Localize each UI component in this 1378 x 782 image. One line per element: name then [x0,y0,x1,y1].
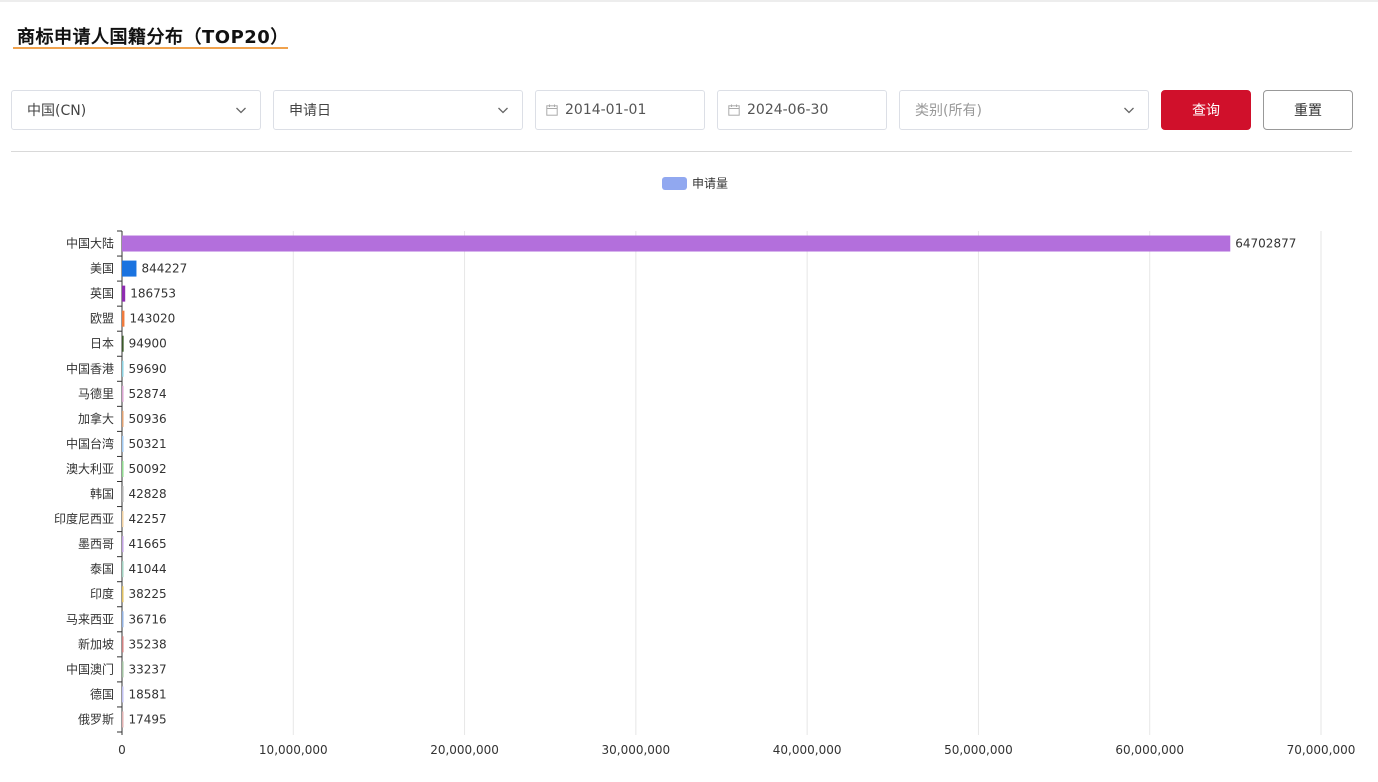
x-tick-label: 20,000,000 [430,743,499,757]
bar [122,661,124,678]
value-label: 41044 [129,562,167,576]
bar [122,310,125,327]
filter-divider [11,151,1352,152]
value-label: 17495 [129,712,167,726]
bar [122,511,124,528]
value-label: 52874 [129,387,167,401]
reset-button[interactable]: 重置 [1263,90,1353,130]
calendar-icon [546,104,558,116]
page-title: 商标申请人国籍分布（TOP20） [17,27,289,48]
end-date-value: 2024-06-30 [747,102,829,118]
x-tick-label: 0 [118,743,126,757]
bar [122,561,124,578]
title-underline [13,47,288,49]
category-label: 美国 [90,262,114,276]
value-label: 64702877 [1235,237,1296,251]
category-select[interactable]: 类别(所有) [899,90,1149,130]
category-label: 墨西哥 [78,537,114,551]
value-label: 41665 [129,537,167,551]
date-type-select[interactable]: 申请日 [273,90,523,130]
chevron-down-icon [498,107,508,114]
x-tick-label: 70,000,000 [1287,743,1356,757]
category-label: 德国 [90,686,114,701]
bar [122,260,137,277]
value-label: 18581 [129,687,167,701]
value-label: 143020 [129,312,175,326]
bar [122,586,124,603]
value-label: 33237 [129,662,167,676]
bar [122,385,124,402]
bar [122,686,124,703]
value-label: 94900 [129,337,167,351]
x-tick-label: 30,000,000 [601,743,670,757]
country-select[interactable]: 中国(CN) [11,90,261,130]
x-tick-label: 40,000,000 [773,743,842,757]
category-label: 俄罗斯 [78,712,114,726]
chevron-down-icon [1124,107,1134,114]
bar-chart: 申请量 0 10,000,000 20,000,000 30,000,000 40,000… [54,177,1356,758]
date-type-value: 申请日 [289,103,331,119]
x-tick-label: 10,000,000 [259,743,328,757]
value-label: 50321 [129,437,167,451]
bar [122,460,124,477]
query-button[interactable]: 查询 [1161,90,1251,130]
end-date-picker[interactable]: 2024-06-30 [717,90,887,130]
category-label: 日本 [90,337,114,351]
value-label: 35238 [129,637,167,651]
value-label: 42828 [129,487,167,501]
category-label: 印度尼西亚 [54,511,114,526]
start-date-picker[interactable]: 2014-01-01 [535,90,705,130]
chevron-down-icon [236,107,246,114]
bar [122,486,124,503]
value-label: 844227 [141,262,187,276]
category-label: 印度 [90,586,114,601]
category-select-placeholder: 类别(所有) [915,103,982,119]
category-label: 泰国 [90,562,114,576]
category-label: 中国大陆 [66,236,114,251]
category-label: 欧盟 [90,312,114,326]
legend-label: 申请量 [692,177,728,191]
value-label: 50092 [129,462,167,476]
bar [122,536,124,553]
x-tick-label: 50,000,000 [944,743,1013,757]
value-label: 36716 [129,612,167,626]
category-label: 加拿大 [78,411,114,426]
value-label: 186753 [130,287,176,301]
bar [122,335,124,352]
bar [122,711,124,728]
bar [122,611,124,628]
bar [122,410,124,427]
bar [122,636,124,653]
bar [122,435,124,452]
value-label: 50936 [129,412,167,426]
value-label: 59690 [129,362,167,376]
country-select-value: 中国(CN) [27,103,87,119]
top-border [0,0,1378,2]
value-label: 38225 [129,587,167,601]
category-label: 马德里 [78,386,114,401]
category-label: 英国 [90,287,114,301]
category-label: 中国澳门 [66,661,114,676]
category-label: 韩国 [90,486,114,501]
calendar-icon [728,104,740,116]
start-date-value: 2014-01-01 [565,102,647,118]
category-label: 中国香港 [66,361,114,376]
legend-swatch [662,177,687,190]
category-label: 中国台湾 [66,436,114,451]
bar [122,235,1231,252]
category-label: 澳大利亚 [66,462,114,476]
category-label: 新加坡 [78,636,114,651]
x-tick-label: 60,000,000 [1115,743,1184,757]
value-label: 42257 [129,512,167,526]
category-label: 马来西亚 [66,612,114,626]
bar [122,360,124,377]
bar [122,285,126,302]
